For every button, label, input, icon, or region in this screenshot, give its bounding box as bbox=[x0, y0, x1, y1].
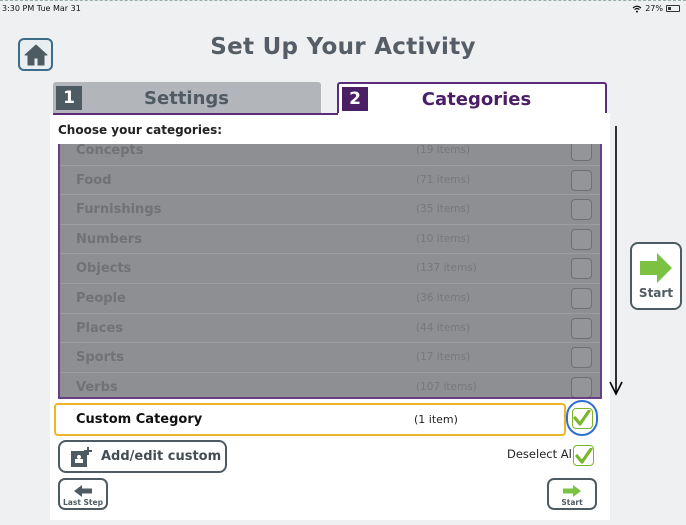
category-row-places[interactable]: Places (44 items) bbox=[60, 314, 600, 344]
category-row-food[interactable]: Food (71 items) bbox=[60, 166, 600, 196]
category-row-numbers[interactable]: Numbers (10 items) bbox=[60, 225, 600, 255]
category-checkbox[interactable] bbox=[571, 144, 592, 161]
category-count: (137 items) bbox=[416, 262, 477, 275]
battery-icon bbox=[666, 5, 680, 12]
category-name: Verbs bbox=[76, 379, 118, 395]
category-checkbox[interactable] bbox=[571, 317, 592, 339]
category-row-verbs[interactable]: Verbs (107 items) bbox=[60, 373, 600, 397]
deselect-all-checkbox[interactable] bbox=[573, 445, 594, 466]
deselect-all-label[interactable]: Deselect All bbox=[507, 447, 575, 461]
tab-settings[interactable]: 1 Settings bbox=[53, 82, 321, 114]
category-name: Places bbox=[76, 320, 124, 336]
category-row-furnishings[interactable]: Furnishings (35 items) bbox=[60, 195, 600, 225]
category-count: (71 items) bbox=[416, 173, 471, 186]
tab-categories[interactable]: 2 Categories bbox=[337, 82, 607, 114]
category-checkbox[interactable] bbox=[571, 258, 592, 280]
category-name: Numbers bbox=[76, 231, 142, 247]
category-checkbox[interactable] bbox=[571, 288, 592, 309]
add-edit-custom-button[interactable]: Add/edit custom bbox=[58, 440, 227, 473]
category-count: (44 items) bbox=[416, 321, 471, 334]
custom-category-checkbox[interactable] bbox=[566, 400, 598, 436]
arrow-right-icon bbox=[563, 485, 581, 497]
status-bar: 3:30 PM Tue Mar 31 27% bbox=[0, 3, 686, 17]
checkmark-icon bbox=[573, 410, 591, 426]
tab-categories-label: Categories bbox=[421, 88, 532, 110]
status-right: 27% bbox=[632, 4, 680, 13]
category-name: Sports bbox=[76, 350, 124, 366]
category-name: Objects bbox=[76, 261, 132, 277]
last-step-button[interactable]: Last Step bbox=[58, 478, 108, 510]
category-name: People bbox=[76, 291, 126, 306]
categories-prompt: Choose your categories: bbox=[58, 123, 223, 137]
add-edit-custom-label: Add/edit custom bbox=[101, 449, 222, 464]
category-list[interactable]: Concepts (19 items) Food (71 items) Furn… bbox=[58, 144, 602, 399]
category-count: (35 items) bbox=[416, 203, 471, 216]
arrow-right-icon bbox=[640, 253, 672, 283]
category-count: (107 items) bbox=[416, 380, 477, 393]
category-row-sports[interactable]: Sports (17 items) bbox=[60, 343, 600, 373]
start-label: Start bbox=[638, 286, 674, 300]
category-row-custom[interactable]: Custom Category (1 item) bbox=[54, 403, 566, 436]
start-button-side[interactable]: Start bbox=[630, 242, 682, 310]
battery-percent: 27% bbox=[645, 4, 663, 13]
start-label: Start bbox=[561, 498, 583, 507]
tab-settings-label: Settings bbox=[144, 87, 229, 109]
category-checkbox[interactable] bbox=[571, 347, 592, 369]
category-name: Food bbox=[76, 172, 112, 188]
add-card-icon bbox=[71, 446, 92, 467]
tab-settings-number: 1 bbox=[56, 86, 82, 110]
category-row-people[interactable]: People (36 items) bbox=[60, 284, 600, 314]
arrow-left-icon bbox=[74, 485, 92, 497]
category-checkbox[interactable] bbox=[571, 228, 592, 250]
checkmark-icon bbox=[574, 447, 593, 464]
last-step-label: Last Step bbox=[63, 498, 103, 507]
scroll-down-arrow-icon bbox=[609, 126, 623, 396]
category-count: (36 items) bbox=[416, 292, 471, 304]
category-count: (10 items) bbox=[416, 232, 471, 245]
category-row-concepts[interactable]: Concepts (19 items) bbox=[60, 144, 600, 166]
category-checkbox[interactable] bbox=[571, 376, 592, 397]
category-count: (19 items) bbox=[416, 144, 471, 156]
tab-categories-number: 2 bbox=[342, 87, 368, 111]
custom-category-name: Custom Category bbox=[76, 412, 203, 427]
category-count: (17 items) bbox=[416, 351, 471, 364]
wifi-icon bbox=[632, 5, 642, 13]
status-time: 3:30 PM Tue Mar 31 bbox=[2, 4, 81, 13]
page-title: Set Up Your Activity bbox=[210, 34, 476, 60]
top-border bbox=[0, 0, 686, 1]
category-name: Concepts bbox=[76, 144, 144, 158]
category-checkbox[interactable] bbox=[571, 199, 592, 221]
start-button-bottom[interactable]: Start bbox=[547, 478, 597, 510]
checkbox-checked bbox=[571, 407, 593, 429]
category-row-objects[interactable]: Objects (137 items) bbox=[60, 254, 600, 284]
tab-underline bbox=[53, 113, 338, 115]
category-name: Furnishings bbox=[76, 202, 162, 218]
category-checkbox[interactable] bbox=[571, 169, 592, 191]
custom-category-count: (1 item) bbox=[414, 413, 458, 426]
